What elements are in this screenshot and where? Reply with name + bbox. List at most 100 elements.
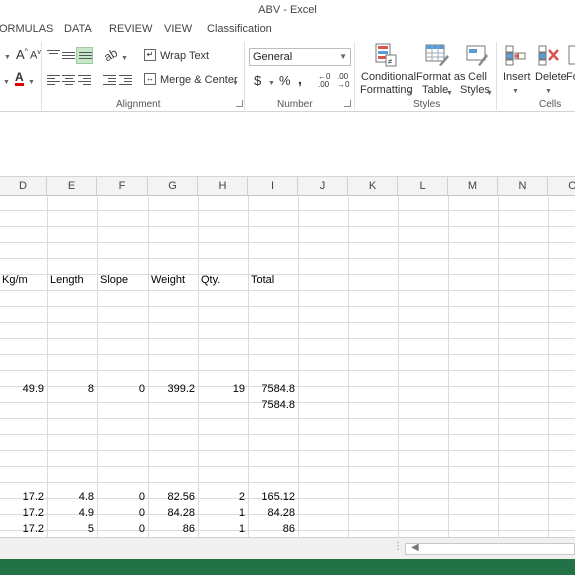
cell-styles-dropdown-icon[interactable]: ▼ — [486, 86, 493, 98]
cell-weight[interactable]: 86 — [148, 521, 198, 537]
number-format-dropdown-icon[interactable]: ▼ — [339, 49, 347, 65]
decrease-indent-icon[interactable] — [103, 75, 116, 86]
column-header-g[interactable]: G — [148, 177, 198, 196]
increase-indent-icon[interactable] — [119, 75, 132, 86]
column-header-n[interactable]: N — [498, 177, 548, 196]
wrap-text-icon[interactable]: ↵ — [144, 49, 156, 61]
cell-weight[interactable]: 84.28 — [148, 505, 198, 521]
header-qty[interactable]: Qty. — [199, 272, 248, 288]
cell-length[interactable]: 4.8 — [47, 489, 97, 505]
sheet-splitter-icon[interactable]: ⋮ — [393, 541, 403, 552]
cell-subtotal[interactable]: 7584.8 — [248, 397, 298, 413]
cell-qty[interactable]: 1 — [198, 505, 248, 521]
column-header-i[interactable]: I — [248, 177, 298, 196]
cell-qty[interactable]: 2 — [198, 489, 248, 505]
cell-styles-label-1[interactable]: Cell — [468, 71, 487, 83]
insert-cells-icon[interactable] — [505, 44, 527, 66]
delete-button[interactable]: Delete — [535, 71, 567, 83]
cell-weight[interactable]: 399.2 — [148, 381, 198, 397]
header-length[interactable]: Length — [48, 272, 97, 288]
currency-dropdown-icon[interactable]: ▼ — [268, 76, 275, 88]
format-button[interactable]: Fo — [566, 71, 575, 83]
horizontal-scrollbar[interactable]: ⋮ ◀ — [0, 537, 575, 559]
column-header-l[interactable]: L — [398, 177, 448, 196]
cell-kgm[interactable]: 17.2 — [0, 521, 47, 537]
header-slope[interactable]: Slope — [98, 272, 148, 288]
column-header-d[interactable]: D — [0, 177, 47, 196]
scroll-left-icon[interactable]: ◀ — [411, 542, 419, 553]
column-header-h[interactable]: H — [198, 177, 248, 196]
scroll-track[interactable] — [405, 543, 575, 555]
cell-length[interactable]: 5 — [47, 521, 97, 537]
column-header-j[interactable]: J — [298, 177, 348, 196]
merge-dropdown-icon[interactable]: ▼ — [232, 76, 239, 88]
align-right-icon[interactable] — [78, 75, 91, 86]
cell-slope[interactable]: 0 — [97, 505, 148, 521]
cell-kgm[interactable]: 17.2 — [0, 505, 47, 521]
tab-classification[interactable]: Classification — [207, 23, 272, 35]
column-header-o[interactable]: O — [548, 177, 575, 196]
insert-dropdown-icon[interactable]: ▼ — [512, 84, 519, 96]
font-color-dropdown-icon[interactable]: ▼ — [3, 75, 10, 87]
cell-total[interactable]: 165.12 — [248, 489, 298, 505]
format-as-table-dropdown-icon[interactable]: ▼ — [446, 86, 453, 98]
tab-view[interactable]: VIEW — [164, 23, 192, 35]
header-kgm[interactable]: Kg/m — [0, 272, 47, 288]
column-header-k[interactable]: K — [348, 177, 398, 196]
cell-kgm[interactable]: 17.2 — [0, 489, 47, 505]
decrease-decimal-icon[interactable]: .00 →0 — [337, 73, 349, 89]
cell-qty[interactable]: 19 — [198, 381, 248, 397]
increase-decimal-icon[interactable]: ←0.00 — [318, 73, 330, 89]
orientation-icon[interactable]: ab — [101, 46, 120, 65]
conditional-formatting-dropdown-icon[interactable]: ▼ — [407, 86, 414, 98]
align-center-icon[interactable] — [62, 75, 75, 86]
cell-length[interactable]: 4.9 — [47, 505, 97, 521]
merge-center-button[interactable]: Merge & Center — [160, 74, 238, 86]
number-launcher-icon[interactable] — [344, 100, 351, 107]
header-total[interactable]: Total — [249, 272, 298, 288]
font-color-icon[interactable]: A — [15, 71, 24, 86]
merge-center-icon[interactable]: ↔ — [144, 73, 156, 85]
decrease-font-icon[interactable]: Av — [30, 49, 41, 62]
format-cells-icon[interactable] — [568, 44, 575, 66]
align-left-icon[interactable] — [47, 75, 60, 86]
comma-button[interactable]: , — [298, 71, 302, 87]
format-as-table-icon[interactable] — [425, 43, 449, 67]
insert-button[interactable]: Insert — [503, 71, 531, 83]
tab-review[interactable]: REVIEW — [109, 23, 152, 35]
delete-cells-icon[interactable] — [538, 44, 560, 66]
cell-qty[interactable]: 1 — [198, 521, 248, 537]
cell-slope[interactable]: 0 — [97, 489, 148, 505]
header-weight[interactable]: Weight — [149, 272, 198, 288]
cell-slope[interactable]: 0 — [97, 381, 148, 397]
delete-dropdown-icon[interactable]: ▼ — [545, 84, 552, 96]
cell-styles-icon[interactable] — [466, 43, 488, 67]
format-as-table-label-2[interactable]: Table — [422, 84, 448, 96]
font-size-dropdown-icon[interactable]: ▼ — [4, 50, 11, 62]
cell-total[interactable]: 7584.8 — [248, 381, 298, 397]
tab-data[interactable]: DATA — [64, 23, 92, 35]
alignment-launcher-icon[interactable] — [236, 100, 243, 107]
orientation-dropdown-icon[interactable]: ▼ — [121, 51, 128, 63]
conditional-formatting-icon[interactable]: ≠ — [375, 43, 397, 67]
align-bottom-icon[interactable] — [76, 47, 93, 64]
cell-slope[interactable]: 0 — [97, 521, 148, 537]
font-color-arrow-icon[interactable]: ▼ — [28, 75, 35, 87]
column-header-f[interactable]: F — [97, 177, 148, 196]
cell-length[interactable]: 8 — [47, 381, 97, 397]
currency-button[interactable]: $ — [254, 73, 261, 88]
format-as-table-label-1[interactable]: Format as — [416, 71, 466, 83]
tab-formulas[interactable]: ORMULAS — [0, 23, 53, 35]
wrap-text-button[interactable]: Wrap Text — [160, 50, 209, 62]
column-header-m[interactable]: M — [448, 177, 498, 196]
cell-total[interactable]: 86 — [248, 521, 298, 537]
worksheet-grid[interactable]: Kg/m Length Slope Weight Qty. Total 49.9… — [0, 196, 575, 537]
number-format-select[interactable]: General ▼ — [249, 48, 351, 66]
cell-weight[interactable]: 82.56 — [148, 489, 198, 505]
increase-font-icon[interactable]: A^ — [16, 47, 28, 62]
column-header-e[interactable]: E — [47, 177, 97, 196]
cell-total[interactable]: 84.28 — [248, 505, 298, 521]
align-top-icon[interactable] — [47, 50, 60, 61]
align-middle-icon[interactable] — [62, 52, 75, 63]
conditional-formatting-label-2[interactable]: Formatting — [360, 84, 413, 96]
